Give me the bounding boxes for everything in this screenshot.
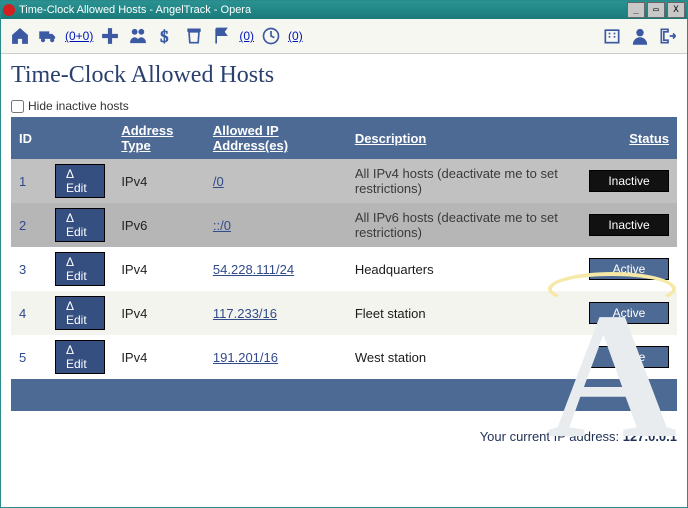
current-ip-value: 127.0.0.1 <box>623 429 677 444</box>
edit-button[interactable]: Δ Edit <box>55 340 105 374</box>
main-toolbar: (0+0) $ (0) (0) <box>1 19 687 54</box>
row-index: 3 <box>11 247 47 291</box>
row-index: 1 <box>11 159 47 203</box>
col-status[interactable]: Status <box>581 117 677 159</box>
page-title: Time-Clock Allowed Hosts <box>11 62 677 89</box>
edit-button[interactable]: Δ Edit <box>55 252 105 286</box>
people-icon[interactable] <box>127 25 149 47</box>
edit-button[interactable]: Δ Edit <box>55 208 105 242</box>
status-badge[interactable]: Active <box>589 302 669 324</box>
status-badge[interactable]: Inactive <box>589 170 669 192</box>
row-index: 5 <box>11 335 47 379</box>
building-icon[interactable] <box>601 25 623 47</box>
user-icon[interactable] <box>629 25 651 47</box>
flag-icon[interactable] <box>211 25 233 47</box>
plus-icon[interactable] <box>99 25 121 47</box>
table-row: 3Δ EditIPv4 54.228.111/24 Headquarters Acti… <box>11 247 677 291</box>
cell-addr-type: IPv4 <box>113 291 205 335</box>
cell-addr-type: IPv6 <box>113 203 205 247</box>
current-ip-line: Your current IP address: 127.0.0.1 <box>11 429 677 444</box>
current-ip-prefix: Your current IP address: <box>480 429 623 444</box>
cell-description: All IPv4 hosts (deactivate me to set res… <box>347 159 581 203</box>
maximize-button[interactable]: ▭ <box>647 2 665 18</box>
cell-description: West station <box>347 335 581 379</box>
col-id[interactable]: ID <box>11 117 113 159</box>
cell-addr-type: IPv4 <box>113 159 205 203</box>
cell-allowed-ip[interactable]: 54.228.111/24 <box>213 262 294 277</box>
col-addr-type[interactable]: Address Type <box>113 117 205 159</box>
hide-inactive-label: Hide inactive hosts <box>28 99 129 113</box>
cell-allowed-ip[interactable]: /0 <box>213 174 224 189</box>
dollar-icon[interactable]: $ <box>155 25 177 47</box>
row-index: 4 <box>11 291 47 335</box>
cell-allowed-ip[interactable]: ::/0 <box>213 218 231 233</box>
table-footer-pad <box>11 379 677 411</box>
minimize-button[interactable]: _ <box>627 2 645 18</box>
cell-description: All IPv6 hosts (deactivate me to set res… <box>347 203 581 247</box>
toolbar-link-clock[interactable]: (0) <box>288 29 303 43</box>
window-title: Time-Clock Allowed Hosts - AngelTrack - … <box>19 4 625 16</box>
toolbar-link-flags[interactable]: (0) <box>239 29 254 43</box>
edit-button[interactable]: Δ Edit <box>55 164 105 198</box>
status-badge[interactable]: Inactive <box>589 214 669 236</box>
close-button[interactable]: X <box>667 2 685 18</box>
cell-allowed-ip[interactable]: 117.233/16 <box>213 306 277 321</box>
cell-description: Fleet station <box>347 291 581 335</box>
cell-description: Headquarters <box>347 247 581 291</box>
col-desc[interactable]: Description <box>347 117 581 159</box>
status-badge[interactable]: Active <box>589 346 669 368</box>
home-icon[interactable] <box>9 25 31 47</box>
hide-inactive-checkbox[interactable] <box>11 100 24 113</box>
window-titlebar: Time-Clock Allowed Hosts - AngelTrack - … <box>1 1 687 19</box>
row-index: 2 <box>11 203 47 247</box>
table-row: 2Δ EditIPv6::/0 All IPv6 hosts (deactivat… <box>11 203 677 247</box>
svg-text:$: $ <box>161 27 169 46</box>
col-allowed[interactable]: Allowed IP Address(es) <box>205 117 347 159</box>
table-row: 1Δ EditIPv4/0 All IPv4 hosts (deactivate … <box>11 159 677 203</box>
table-row: 5Δ EditIPv4 191.201/16 West station Active <box>11 335 677 379</box>
exit-icon[interactable] <box>657 25 679 47</box>
hide-inactive-row[interactable]: Hide inactive hosts <box>11 99 677 113</box>
truck-icon[interactable] <box>37 25 59 47</box>
clock-icon[interactable] <box>260 25 282 47</box>
toolbar-link-queue[interactable]: (0+0) <box>65 29 93 43</box>
cell-allowed-ip[interactable]: 191.201/16 <box>213 350 278 365</box>
edit-button[interactable]: Δ Edit <box>55 296 105 330</box>
trash-icon[interactable] <box>183 25 205 47</box>
hosts-table: ID Address Type Allowed IP Address(es) D… <box>11 117 677 411</box>
cell-addr-type: IPv4 <box>113 335 205 379</box>
opera-icon <box>3 4 15 16</box>
cell-addr-type: IPv4 <box>113 247 205 291</box>
status-badge[interactable]: Active <box>589 258 669 280</box>
table-row: 4Δ EditIPv4 117.233/16 Fleet station Active <box>11 291 677 335</box>
